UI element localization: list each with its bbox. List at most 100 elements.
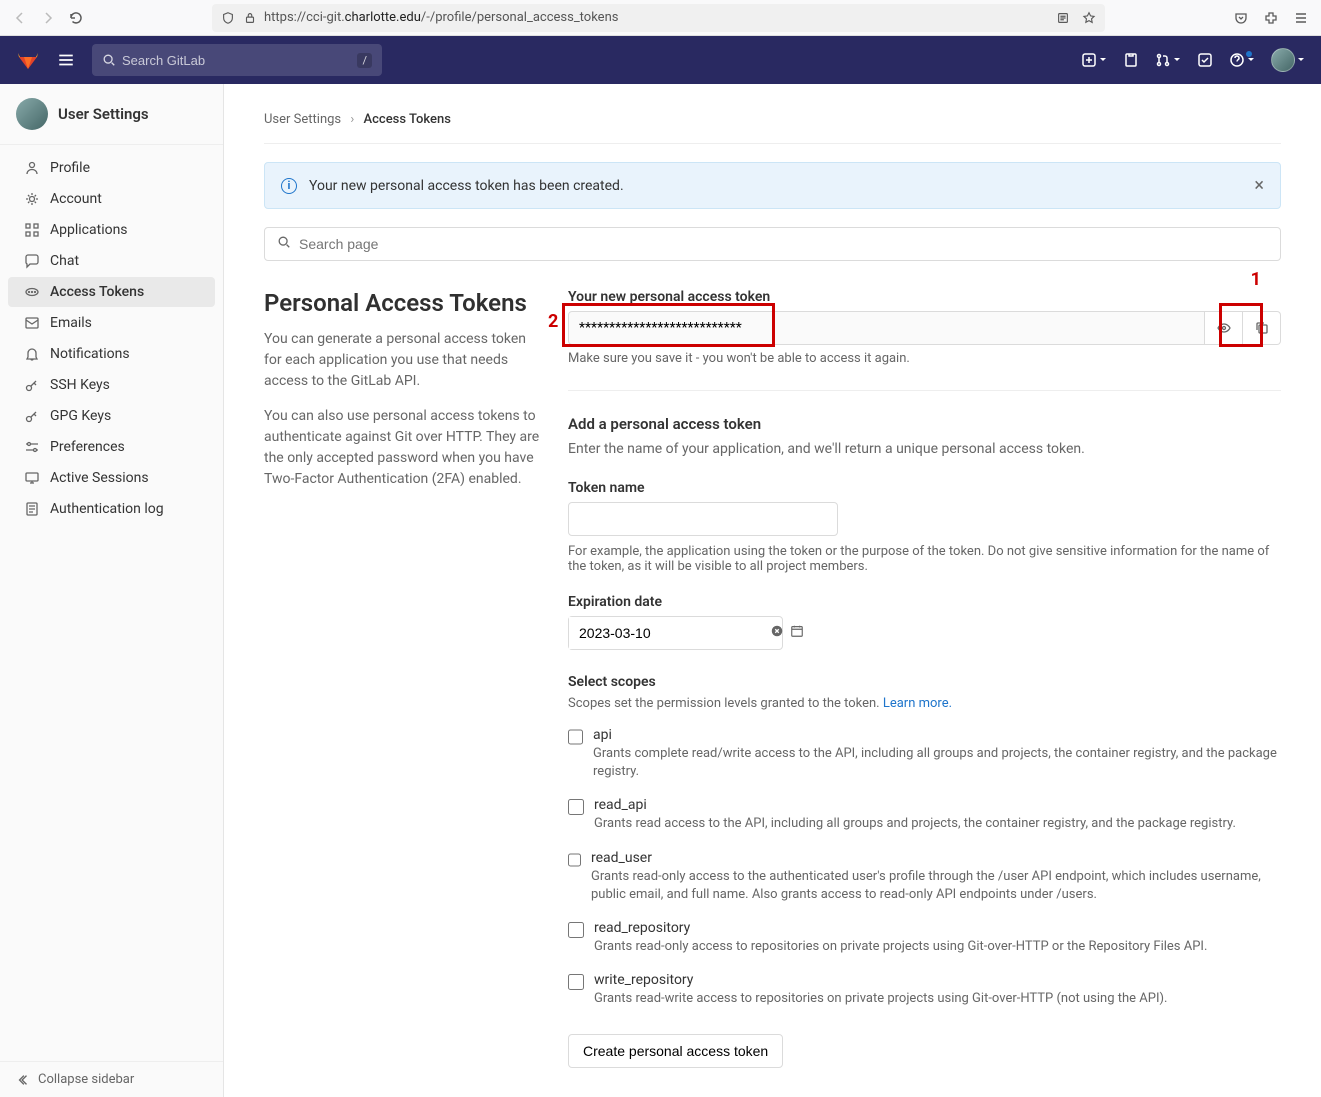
main-content: User Settings › Access Tokens i Your new… [224,84,1321,1097]
sidebar-item-active-sessions[interactable]: Active Sessions [8,463,215,493]
scope-desc: Grants read-only access to the authentic… [591,868,1281,904]
global-search[interactable]: / [92,44,382,76]
sidebar-item-label: Preferences [50,439,125,455]
issues-icon[interactable] [1123,52,1139,68]
scope-desc: Grants complete read/write access to the… [593,745,1281,781]
reload-icon[interactable] [68,10,84,26]
scope-checkbox-write_repository[interactable] [568,974,584,990]
chat-icon [24,253,40,269]
bell-icon [24,346,40,362]
breadcrumb: User Settings › Access Tokens [264,100,1281,144]
scope-checkbox-read_user[interactable] [568,852,581,868]
sidebar-item-gpg-keys[interactable]: GPG Keys [8,401,215,431]
annotation-box-2 [562,303,775,347]
avatar [1271,48,1295,72]
annotation-1: 1 [1251,269,1261,290]
scopes-sub: Scopes set the permission levels granted… [568,696,1281,711]
page-search-input[interactable] [299,236,1268,252]
hamburger-icon[interactable] [56,50,76,70]
sidebar-item-ssh-keys[interactable]: SSH Keys [8,370,215,400]
token-icon [24,284,40,300]
scope-read_api: read_api Grants read access to the API, i… [568,789,1281,841]
sidebar-item-label: GPG Keys [50,408,111,424]
add-token-heading: Add a personal access token [568,415,1281,433]
sidebar-item-label: Authentication log [50,501,164,517]
scope-name: read_repository [594,920,1207,936]
success-alert: i Your new personal access token has bee… [264,162,1281,209]
applications-icon [24,222,40,238]
gitlab-logo[interactable] [16,46,40,74]
search-kbd: / [357,53,372,68]
alert-text: Your new personal access token has been … [309,178,624,194]
expiration-input[interactable] [569,617,770,649]
reader-icon[interactable] [1055,10,1071,26]
scope-checkbox-api[interactable] [568,729,583,745]
sidebar-item-chat[interactable]: Chat [8,246,215,276]
avatar [16,98,48,130]
scope-name: write_repository [594,972,1167,988]
sidebar-header[interactable]: User Settings [0,84,223,145]
page-search[interactable] [264,227,1281,261]
annotation-box-1 [1219,303,1263,347]
scope-write_repository: write_repository Grants read-write access… [568,964,1281,1016]
user-menu[interactable] [1271,48,1305,72]
bookmark-icon[interactable] [1081,10,1097,26]
merge-requests-icon[interactable] [1155,52,1181,68]
close-icon[interactable]: × [1254,175,1264,196]
url-text: https://cci-git.charlotte.edu/-/profile/… [264,10,618,25]
pocket-icon[interactable] [1233,10,1249,26]
back-icon[interactable] [12,10,28,26]
expiration-input-group [568,616,783,650]
plus-menu[interactable] [1081,52,1107,68]
log-icon [24,501,40,517]
sidebar-item-applications[interactable]: Applications [8,215,215,245]
extensions-icon[interactable] [1263,10,1279,26]
token-hint: Make sure you save it - you won't be abl… [568,351,1281,366]
breadcrumb-root[interactable]: User Settings [264,112,341,127]
sidebar-item-preferences[interactable]: Preferences [8,432,215,462]
breadcrumb-current: Access Tokens [364,112,451,127]
help-text-2: You can also use personal access tokens … [264,406,544,490]
sidebar-item-emails[interactable]: Emails [8,308,215,338]
page-title: Personal Access Tokens [264,289,544,317]
scope-read_repository: read_repository Grants read-only access t… [568,912,1281,964]
scope-desc: Grants read-write access to repositories… [594,990,1167,1008]
menu-icon[interactable] [1293,10,1309,26]
scope-name: api [593,727,1281,743]
annotation-2: 2 [548,311,558,332]
token-name-input[interactable] [568,502,838,536]
prefs-icon [24,439,40,455]
help-icon[interactable] [1229,52,1255,68]
sidebar-item-notifications[interactable]: Notifications [8,339,215,369]
scope-checkbox-read_api[interactable] [568,799,584,815]
topbar: / [0,36,1321,84]
sidebar-item-label: Active Sessions [50,470,149,486]
scope-checkbox-read_repository[interactable] [568,922,584,938]
calendar-icon[interactable] [790,624,804,642]
browser-chrome: https://cci-git.charlotte.edu/-/profile/… [0,0,1321,36]
key-icon [24,408,40,424]
scope-read_user: read_user Grants read-only access to the … [568,842,1281,912]
global-search-input[interactable] [122,53,351,68]
sidebar-item-label: SSH Keys [50,377,110,393]
sidebar-item-label: Account [50,191,102,207]
sidebar-item-profile[interactable]: Profile [8,153,215,183]
scope-name: read_user [591,850,1281,866]
scopes-label: Select scopes [568,674,1281,690]
sidebar: User Settings Profile Account Applications… [0,84,224,1097]
sidebar-item-account[interactable]: Account [8,184,215,214]
create-token-button[interactable]: Create personal access token [568,1034,783,1068]
todos-icon[interactable] [1197,52,1213,68]
profile-icon [24,160,40,176]
scope-desc: Grants read access to the API, including… [594,815,1236,833]
sidebar-item-label: Chat [50,253,79,269]
collapse-sidebar[interactable]: Collapse sidebar [0,1061,223,1097]
sidebar-item-authentication-log[interactable]: Authentication log [8,494,215,524]
clear-date-icon[interactable] [770,624,784,642]
forward-icon[interactable] [40,10,56,26]
scope-name: read_api [594,797,1236,813]
scope-desc: Grants read-only access to repositories … [594,938,1207,956]
url-bar[interactable]: https://cci-git.charlotte.edu/-/profile/… [212,4,1105,32]
sidebar-item-access-tokens[interactable]: Access Tokens [8,277,215,307]
learn-more-link[interactable]: Learn more. [883,696,952,711]
